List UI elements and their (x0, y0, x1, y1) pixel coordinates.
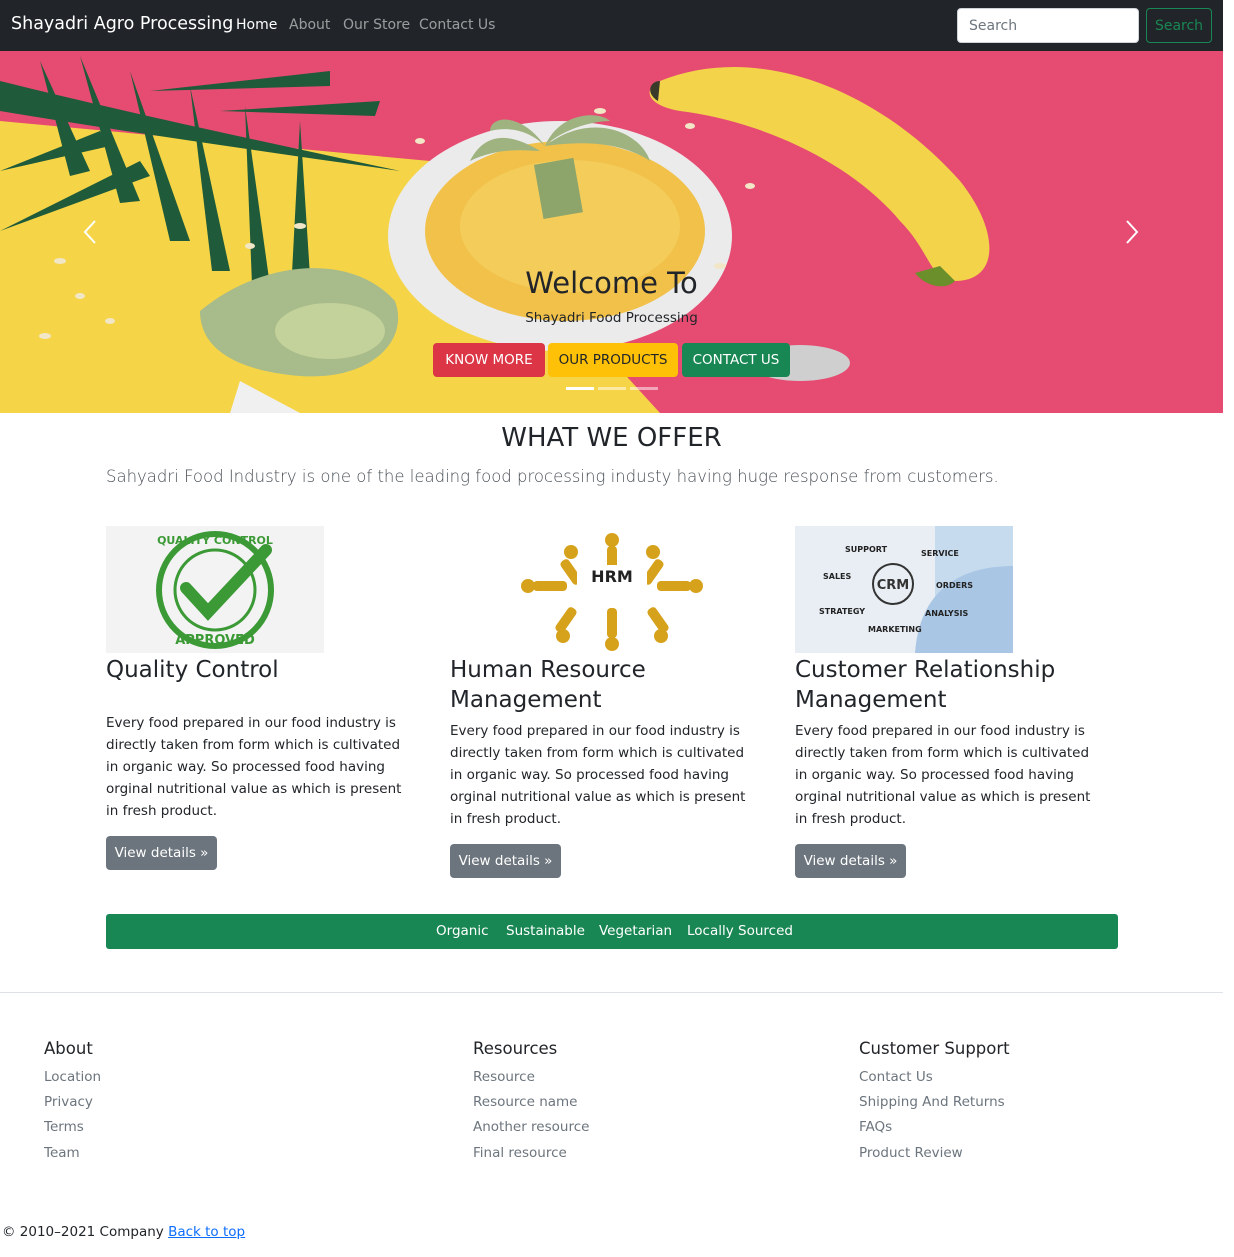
view-details-button-crm[interactable]: View details » (795, 844, 906, 878)
svg-text:HRM: HRM (591, 567, 633, 586)
hero-carousel: Welcome To Shayadri Food Processing KNOW… (0, 51, 1223, 413)
hrm-image: HRM (503, 526, 721, 653)
svg-text:ANALYSIS: ANALYSIS (925, 609, 968, 618)
nav-link-home[interactable]: Home (236, 17, 277, 33)
footer-link-location[interactable]: Location (44, 1069, 101, 1085)
feature-title-hrm: Human Resource Management (450, 657, 646, 713)
chevron-right-icon[interactable] (1116, 217, 1146, 247)
feature-text-quality-control: Every food prepared in our food industry… (106, 715, 402, 819)
feature-title-crm: Customer Relationship Management (795, 657, 1056, 713)
tag-locally-sourced[interactable]: Locally Sourced (687, 923, 793, 939)
copyright-text: © 2010–2021 Company (2, 1224, 164, 1240)
brand-logo-text[interactable]: Shayadri Agro Processing (11, 14, 233, 34)
quality-control-image: QUALITY CONTROL APPROVED (106, 526, 324, 653)
hero-title: Welcome To (525, 266, 698, 300)
search-input[interactable] (957, 8, 1139, 43)
nav-link-our-store[interactable]: Our Store (343, 17, 410, 33)
hero-subtitle: Shayadri Food Processing (525, 310, 698, 326)
svg-text:SUPPORT: SUPPORT (845, 545, 888, 554)
section-lead: Sahyadri Food Industry is one of the lea… (106, 467, 999, 486)
know-more-button[interactable]: KNOW MORE (433, 343, 545, 377)
footer-heading-resources: Resources (473, 1039, 558, 1058)
footer-link-resource-name[interactable]: Resource name (473, 1094, 578, 1110)
carousel-indicator-2[interactable] (598, 387, 626, 390)
svg-text:SALES: SALES (823, 572, 852, 581)
footer-link-contact-us[interactable]: Contact Us (859, 1069, 933, 1085)
our-products-button[interactable]: OUR PRODUCTS (548, 343, 678, 377)
search-button[interactable]: Search (1146, 8, 1212, 43)
nav-link-about[interactable]: About (289, 17, 330, 33)
footer-divider (0, 992, 1223, 993)
footer-link-privacy[interactable]: Privacy (44, 1094, 93, 1110)
svg-text:SERVICE: SERVICE (921, 549, 959, 558)
tag-organic[interactable]: Organic (436, 923, 489, 939)
svg-text:APPROVED: APPROVED (175, 633, 255, 648)
feature-title-quality-control: Quality Control (106, 657, 279, 683)
footer-link-resource[interactable]: Resource (473, 1069, 535, 1085)
svg-text:STRATEGY: STRATEGY (819, 607, 865, 616)
tag-vegetarian[interactable]: Vegetarian (599, 923, 672, 939)
tag-bar: Organic Sustainable Vegetarian Locally S… (106, 914, 1118, 949)
footer-link-final-resource[interactable]: Final resource (473, 1145, 567, 1161)
tag-sustainable[interactable]: Sustainable (506, 923, 585, 939)
footer-link-team[interactable]: Team (44, 1145, 80, 1161)
svg-text:CRM: CRM (877, 578, 910, 593)
footer-link-faqs[interactable]: FAQs (859, 1119, 892, 1135)
footer-link-product-review[interactable]: Product Review (859, 1145, 963, 1161)
footer-heading-about: About (44, 1039, 93, 1058)
view-details-button-hrm[interactable]: View details » (450, 844, 561, 878)
back-to-top-link[interactable]: Back to top (168, 1224, 245, 1240)
copyright-line: © 2010–2021 Company Back to top (2, 1224, 245, 1240)
section-title: WHAT WE OFFER (501, 423, 722, 453)
footer-link-another-resource[interactable]: Another resource (473, 1119, 589, 1135)
carousel-indicator-3[interactable] (630, 387, 658, 390)
nav-link-contact-us[interactable]: Contact Us (419, 17, 495, 33)
footer-link-shipping-returns[interactable]: Shipping And Returns (859, 1094, 1005, 1110)
svg-text:ORDERS: ORDERS (936, 581, 973, 590)
carousel-indicator-1[interactable] (566, 387, 594, 390)
chevron-left-icon[interactable] (76, 217, 106, 247)
svg-text:QUALITY CONTROL: QUALITY CONTROL (157, 534, 273, 547)
feature-text-crm: Every food prepared in our food industry… (795, 723, 1091, 827)
crm-image: CRM SUPPORT SERVICE SALES ORDERS STRATEG… (795, 526, 1013, 653)
contact-us-button[interactable]: CONTACT US (682, 343, 790, 377)
top-navbar: Shayadri Agro Processing Home About Our … (0, 0, 1223, 51)
feature-text-hrm: Every food prepared in our food industry… (450, 723, 746, 827)
svg-text:MARKETING: MARKETING (868, 625, 922, 634)
footer-link-terms[interactable]: Terms (44, 1119, 84, 1135)
footer-heading-customer-support: Customer Support (859, 1039, 1010, 1058)
view-details-button-quality-control[interactable]: View details » (106, 836, 217, 870)
